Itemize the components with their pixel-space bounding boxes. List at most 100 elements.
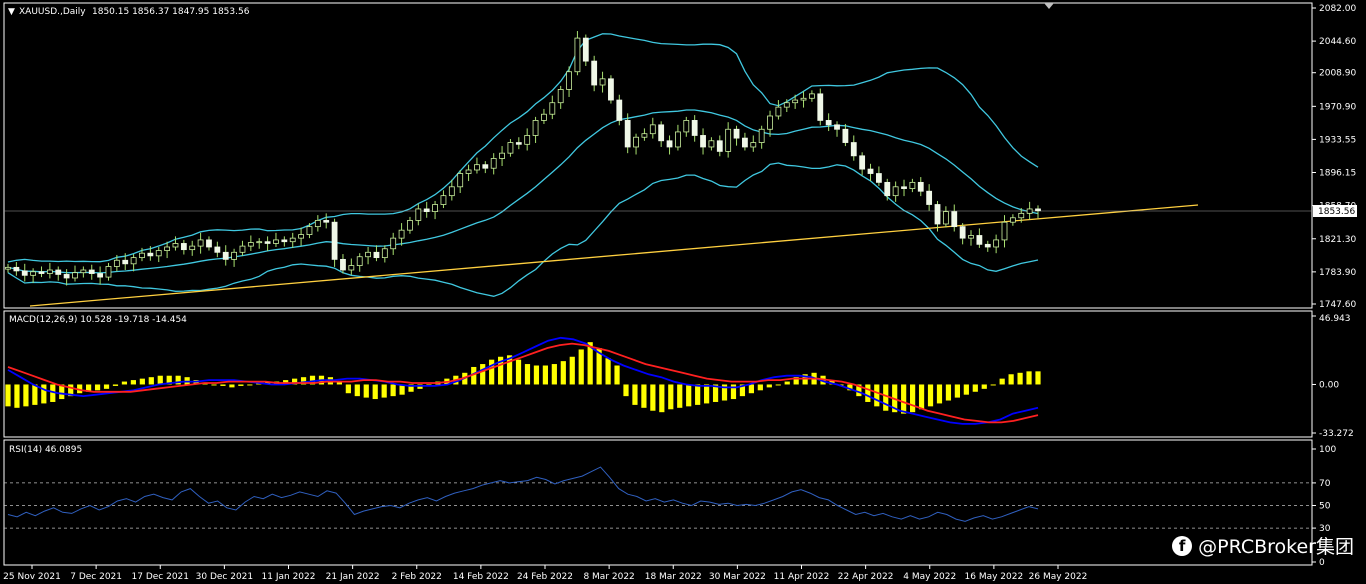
rsi-tick-label: 70 [1319, 479, 1331, 489]
price-tick-label: 1783.90 [1319, 268, 1356, 278]
candle-body [675, 131, 681, 148]
price-tick-label: 1970.90 [1319, 102, 1356, 112]
candle-body [415, 208, 422, 221]
candle-body [113, 259, 120, 267]
bb-lower [7, 162, 1039, 297]
candle-body [331, 221, 338, 260]
macd-hist-bar [220, 384, 226, 386]
candle-body [725, 128, 732, 152]
candle-body [5, 266, 11, 270]
candle-body [264, 241, 271, 244]
candle-body [499, 152, 505, 159]
candle-body [180, 243, 187, 251]
macd-tick-label: -33.272 [1319, 429, 1354, 439]
shift-marker-icon[interactable] [1044, 3, 1054, 9]
macd-hist-bar [972, 384, 978, 392]
ohlc-values: 1850.15 1856.37 1847.95 1853.56 [92, 7, 250, 17]
macd-hist-bar [14, 384, 20, 408]
candle-body [147, 252, 154, 257]
candle-body [917, 181, 924, 192]
facebook-icon: f [1172, 535, 1193, 556]
candle-body [859, 155, 866, 170]
date-tick-label: 8 Mar 2022 [583, 572, 634, 582]
candle-body [959, 226, 966, 239]
candle-body [800, 97, 807, 101]
watermark-text: @PRCBroker集团 [1198, 536, 1354, 558]
candle-body [750, 142, 757, 148]
macd-hist-bar [775, 384, 781, 386]
candle-body [130, 257, 137, 265]
date-tick-label: 30 Dec 2021 [196, 572, 254, 582]
candle-body [758, 128, 765, 143]
candle-body [700, 135, 706, 148]
candle-body [775, 106, 782, 117]
macd-hist-bar [614, 365, 620, 385]
candle-body [373, 251, 380, 259]
date-tick-label: 17 Dec 2021 [132, 572, 190, 582]
rsi-tick-label: 50 [1319, 502, 1331, 512]
macd-hist-bar [229, 384, 235, 388]
menu-arrow-icon[interactable]: ▼ [8, 7, 15, 17]
candle-body [850, 142, 857, 157]
candle-body [222, 251, 229, 260]
rsi-tick-label: 0 [1319, 558, 1325, 568]
candle-body [97, 273, 104, 278]
candle-body [457, 173, 464, 188]
candle-body [633, 136, 639, 148]
candle-body [649, 124, 656, 135]
macd-hist-bar [139, 378, 145, 385]
candle-body [574, 37, 581, 73]
candle-body [356, 256, 363, 266]
candle-body [549, 102, 556, 115]
candle-body [867, 168, 874, 174]
macd-tick-label: 46.943 [1319, 314, 1351, 324]
date-tick-label: 22 Apr 2022 [838, 572, 894, 582]
date-tick-label: 26 May 2022 [1029, 572, 1088, 582]
candle-body [231, 251, 237, 260]
rsi-pane[interactable] [3, 439, 1313, 566]
candle-body [323, 220, 330, 223]
date-tick-label: 14 Feb 2022 [453, 572, 509, 582]
date-tick-label: 11 Jan 2022 [262, 572, 316, 582]
candle-body [1018, 212, 1025, 219]
trend-line[interactable] [29, 204, 1199, 307]
macd-hist-bar [668, 384, 674, 410]
macd-hist-bar [686, 384, 692, 407]
candle-body [164, 246, 171, 251]
macd-hist-bar [489, 359, 495, 385]
candle-body [599, 78, 606, 86]
macd-hist-bar [901, 384, 907, 414]
candle-body [909, 181, 916, 189]
macd-hist-bar [999, 378, 1005, 385]
candle-body [968, 235, 974, 239]
macd-hist-bar [695, 384, 701, 405]
symbol-title: XAUUSD.,Daily [19, 7, 86, 17]
macd-hist-bar [121, 381, 128, 385]
price-tick-label: 1933.55 [1319, 135, 1356, 145]
macd-pane[interactable] [3, 310, 1313, 438]
price-pane[interactable] [3, 2, 1313, 309]
macd-hist-bar [784, 381, 790, 385]
candle-body [88, 269, 95, 274]
candle-body [381, 248, 388, 259]
candle-body [792, 99, 799, 104]
candle-body [306, 226, 313, 236]
candle-body [666, 140, 673, 148]
candle-body [314, 220, 321, 228]
candle-body [608, 78, 614, 101]
candle-body [557, 89, 564, 104]
macd-hist-bar [480, 364, 486, 385]
macd-hist-bar [1017, 372, 1023, 385]
candle-body [289, 237, 296, 243]
chart-area[interactable]: ▼ XAUUSD.,Daily 1850.15 1856.37 1847.95 … [0, 0, 1366, 584]
watermark: f @PRCBroker集团 [1172, 532, 1354, 559]
candle-body [55, 269, 62, 275]
bb-middle [7, 109, 1039, 274]
macd-hist-bar [94, 384, 101, 391]
candle-body [951, 211, 958, 228]
candle-body [80, 269, 87, 274]
price-tick-label: 2044.60 [1319, 37, 1356, 47]
candle-body [658, 124, 665, 142]
macd-hist-bar [157, 375, 163, 385]
macd-hist-bar [533, 365, 540, 385]
